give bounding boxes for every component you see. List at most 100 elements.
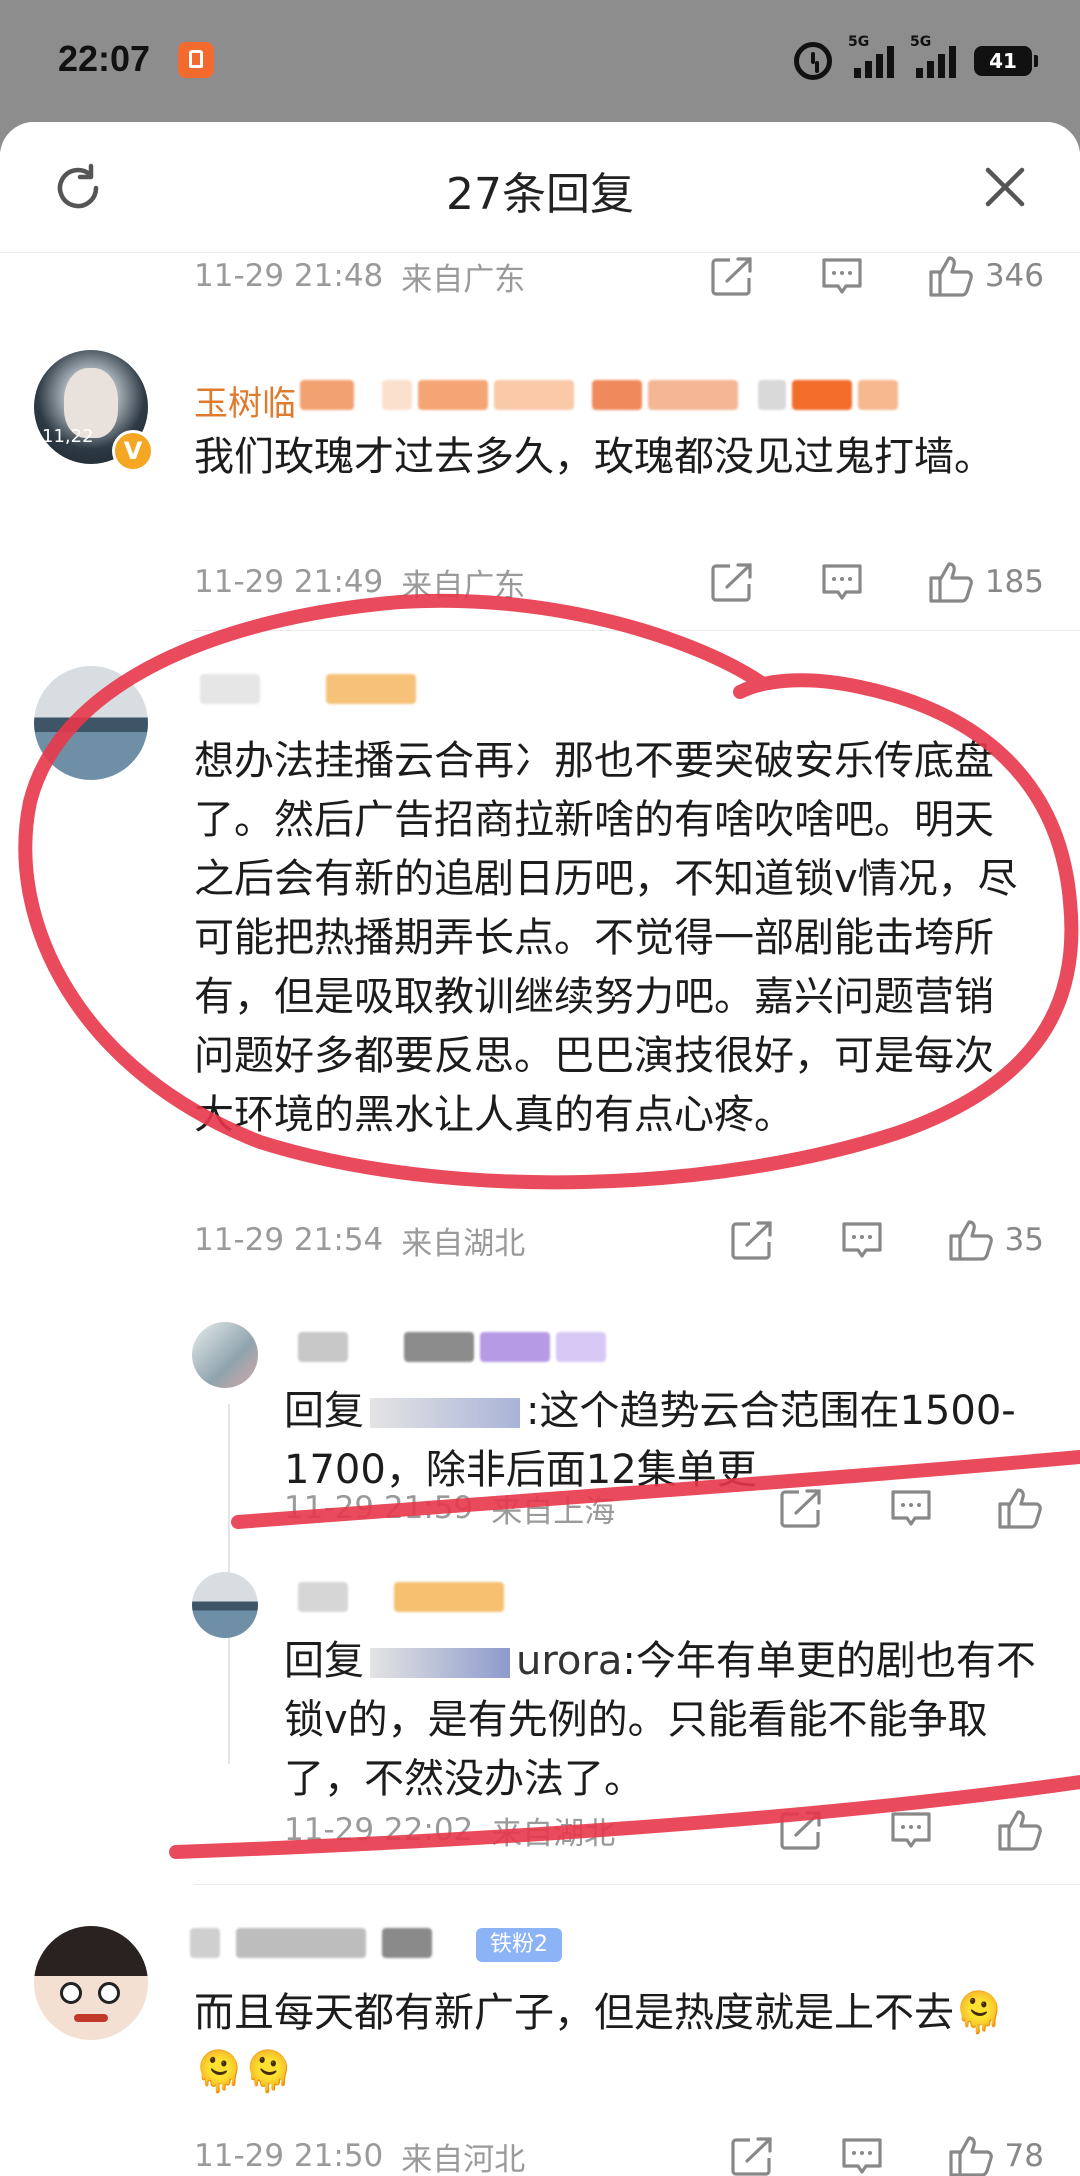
reply-location: 来自湖北 <box>491 1815 616 1852</box>
reply-actions <box>746 1480 1044 1536</box>
network-label-2: 5G <box>910 34 932 50</box>
share-icon <box>711 257 752 296</box>
comment-icon <box>891 1490 931 1526</box>
share-icon <box>730 2137 772 2176</box>
comment-icon <box>841 2138 882 2174</box>
like-button[interactable]: 35 <box>917 1212 1044 1268</box>
share-button[interactable] <box>697 2128 807 2176</box>
like-button[interactable]: 78 <box>917 2128 1044 2176</box>
divider <box>194 630 1080 631</box>
comment-icon <box>841 1222 882 1258</box>
thumbs-up-icon <box>948 2136 993 2176</box>
status-time: 22:07 <box>58 38 151 79</box>
comment-text: 而且每天都有新广子，但是热度就是上不去🫠🫠🫠 <box>194 1990 1004 2095</box>
thumbs-up-icon <box>998 1488 1042 1529</box>
comment-icon <box>822 564 862 600</box>
signal-icon-1: 5G <box>848 34 894 78</box>
signal-icon-2: 5G <box>910 34 956 78</box>
thumbs-up-icon <box>929 256 973 297</box>
reply-actions <box>746 1802 1044 1858</box>
comment-date: 11-29 21:48 <box>194 258 384 294</box>
status-icons: 5G 5G 41 <box>794 34 1038 86</box>
share-icon <box>711 563 752 602</box>
blurred-name <box>298 1330 606 1364</box>
like-button[interactable]: 346 <box>897 248 1044 304</box>
comment-actions: 185 <box>677 554 1044 610</box>
like-button[interactable] <box>966 1480 1044 1536</box>
comment-actions: 35 <box>697 1212 1044 1268</box>
comment-text: 我们玫瑰才过去多久，玫瑰都没见过鬼打墙。 <box>194 434 994 480</box>
reply-mention-tail: urora <box>516 1638 623 1684</box>
reply-item[interactable]: 回复:这个趋势云合范围在1500-1700，除非后面12集单更 11-29 21… <box>0 1292 1080 1542</box>
comment-icon <box>822 258 862 294</box>
like-button[interactable] <box>966 1802 1044 1858</box>
comment-meta: 11-29 21:49 来自广东 <box>194 554 525 610</box>
sheet-header: 27条回复 <box>0 122 1080 253</box>
avatar[interactable] <box>192 1322 258 1388</box>
comment-meta: 11-29 21:48 来自广东 <box>194 248 525 304</box>
reply-item[interactable]: 回复 urora:今年有单更的剧也有不锁v的，是有先例的。只能看能不能争取了，不然… <box>0 1542 1080 1872</box>
comment-location: 来自湖北 <box>401 1225 526 1262</box>
share-button[interactable] <box>697 1212 807 1268</box>
like-count: 78 <box>1004 2138 1044 2174</box>
reply-meta: 11-29 21:59 来自上海 <box>284 1480 615 1536</box>
comment-item[interactable]: 想办法挂播云合再冫那也不要突破安乐传底盘了。然后广告招商拉新啥的有啥吹啥吧。明天… <box>0 632 1080 1292</box>
comment-location: 来自广东 <box>401 567 526 604</box>
blurred-name <box>200 672 416 706</box>
comment-meta: 11-29 21:54 来自湖北 <box>194 1212 525 1268</box>
reply-date: 11-29 22:02 <box>284 1812 474 1848</box>
reply-button[interactable] <box>787 248 897 304</box>
comment-item[interactable]: 铁粉2 而且每天都有新广子，但是热度就是上不去🫠🫠🫠 11-29 21:50 来… <box>0 1886 1080 2176</box>
comment-location: 来自河北 <box>401 2141 526 2176</box>
battery-icon: 41 <box>974 46 1038 76</box>
app-notification-icon <box>178 42 214 78</box>
sheet-title: 27条回复 <box>446 169 634 220</box>
reply-text: 回复 urora:今年有单更的剧也有不锁v的，是有先例的。只能看能不能争取了，不然… <box>284 1632 1044 1809</box>
status-bar: 22:07 5G 5G 41 <box>0 0 1080 120</box>
blurred-name <box>298 1580 504 1614</box>
comment-icon <box>891 1812 931 1848</box>
blurred-name <box>190 1926 432 1960</box>
reply-prefix: 回复 <box>284 1388 364 1434</box>
like-button[interactable]: 185 <box>897 554 1044 610</box>
avatar[interactable] <box>34 1926 148 2040</box>
share-icon <box>780 1811 821 1850</box>
share-button[interactable] <box>746 1480 856 1536</box>
network-label-1: 5G <box>848 34 870 50</box>
comment-date: 11-29 21:54 <box>194 1222 384 1258</box>
like-count: 185 <box>984 564 1044 600</box>
reply-button[interactable] <box>807 2128 917 2176</box>
like-count: 346 <box>984 258 1044 294</box>
reply-button[interactable] <box>856 1480 966 1536</box>
reply-button[interactable] <box>856 1802 966 1858</box>
thumbs-up-icon <box>998 1810 1042 1851</box>
divider <box>194 1884 1080 1885</box>
share-button[interactable] <box>677 248 787 304</box>
comment-date: 11-29 21:50 <box>194 2138 384 2174</box>
alarm-icon <box>794 42 832 80</box>
fan-badge: 铁粉2 <box>476 1928 562 1962</box>
comment-location: 来自广东 <box>401 261 526 298</box>
blurred-mention <box>370 1398 520 1428</box>
avatar[interactable] <box>192 1572 258 1638</box>
comment-item[interactable]: 11,22 V 玉树临 我们玫瑰才过去多久，玫瑰都没见过鬼打墙。 11-29 2… <box>0 318 1080 604</box>
blurred-mention <box>370 1648 510 1678</box>
share-button[interactable] <box>746 1802 856 1858</box>
thumbs-up-icon <box>929 562 973 603</box>
comment-actions: 346 <box>677 248 1044 304</box>
reply-button[interactable] <box>807 1212 917 1268</box>
avatar[interactable] <box>34 666 148 780</box>
reply-location: 来自上海 <box>491 1493 616 1530</box>
close-icon[interactable] <box>980 162 1030 212</box>
share-icon <box>780 1489 821 1528</box>
comment-actions: 78 <box>697 2128 1044 2176</box>
comment-meta: 11-29 21:50 来自河北 <box>194 2128 525 2176</box>
reply-button[interactable] <box>787 554 897 610</box>
comment-text: 想办法挂播云合再冫那也不要突破安乐传底盘了。然后广告招商拉新啥的有啥吹啥吧。明天… <box>194 738 1018 1138</box>
commenter-name[interactable]: 玉树临 <box>194 376 296 425</box>
reply-prefix: 回复 <box>284 1638 364 1684</box>
share-button[interactable] <box>677 554 787 610</box>
reply-meta: 11-29 22:02 来自湖北 <box>284 1802 615 1858</box>
verified-badge: V <box>112 430 154 472</box>
share-icon <box>730 1221 772 1260</box>
